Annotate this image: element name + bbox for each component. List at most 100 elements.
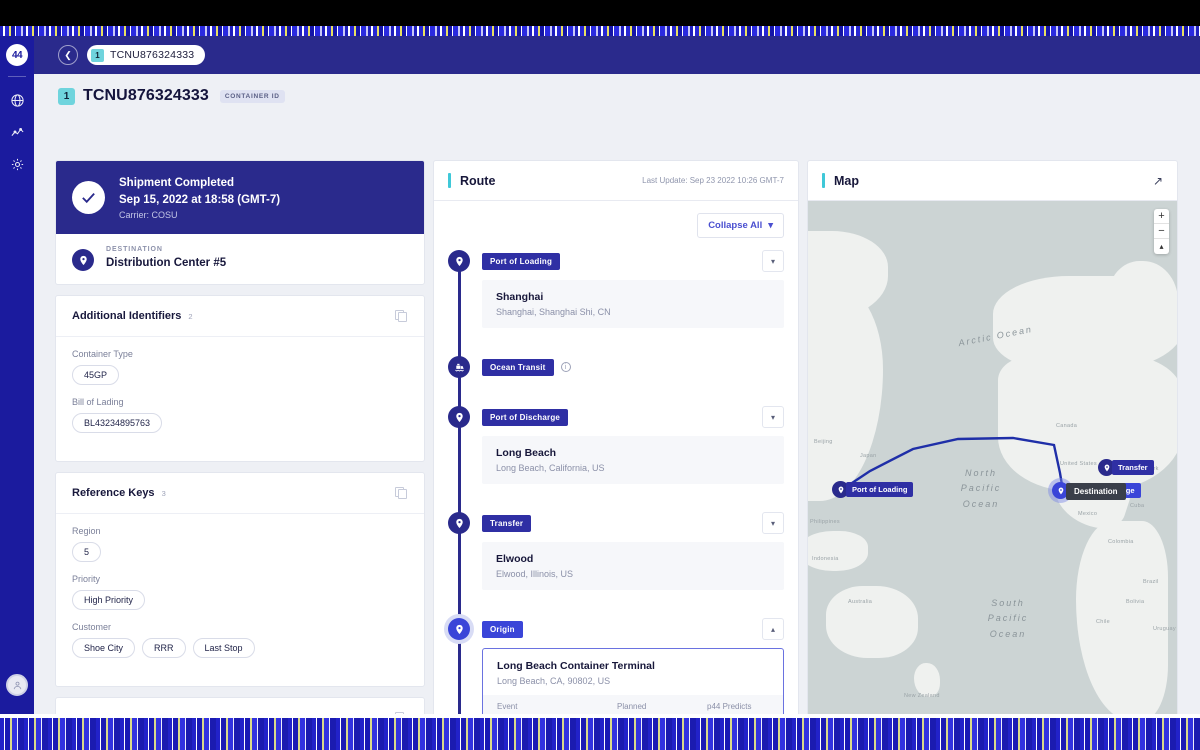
map-marker-transfer[interactable]: Transfer — [1098, 459, 1154, 476]
stop-name: Shanghai — [496, 291, 544, 303]
screen-glitch-bottom — [0, 714, 1200, 750]
stop-type-tag: Port of Discharge — [482, 408, 569, 426]
collapse-all-label: Collapse All — [708, 220, 763, 231]
breadcrumb-badge: 1 — [91, 48, 104, 62]
shipment-status-card: Shipment Completed Sep 15, 2022 at 18:58… — [55, 160, 425, 285]
ship-icon — [448, 356, 470, 378]
chevron-down-icon[interactable]: ▾ — [762, 250, 784, 272]
map-marker-port-of-loading[interactable]: Port of Loading — [832, 481, 914, 498]
map-marker-label: Port of Loading — [846, 482, 914, 497]
breadcrumb-label: TCNU876324333 — [110, 49, 195, 61]
app-logo[interactable]: 44 — [6, 44, 28, 66]
map-canvas[interactable]: + − ▴ Arctic Ocean North Pacific Ocean S… — [808, 201, 1177, 714]
route-stop: Transfer ▾ Elwood Elwood, Illinois, US — [448, 512, 784, 590]
accent-tick — [822, 173, 825, 188]
container-id-tag: CONTAINER ID — [219, 89, 285, 103]
stop-address: Shanghai, Shanghai Shi, CN — [496, 307, 611, 317]
map-marker-label: Transfer — [1112, 460, 1154, 475]
related-shipments-header[interactable]: Related Shipments 0 — [56, 698, 424, 714]
reference-keys-header[interactable]: Reference Keys 3 — [56, 473, 424, 514]
column-header-event: Event — [483, 695, 603, 714]
route-stop: Port of Discharge ▾ Long Beach Long Beac… — [448, 406, 784, 484]
stop-name: Long Beach Container Terminal — [497, 660, 655, 672]
destination-row: DESTINATION Distribution Center #5 — [72, 246, 408, 271]
route-stop: Origin ▴ Long Beach Container Terminal L… — [448, 618, 784, 714]
user-avatar[interactable] — [6, 674, 28, 696]
related-shipments-card: Related Shipments 0 — [55, 697, 425, 714]
map-panel-header: Map ↗ — [808, 161, 1177, 201]
map-title: Map — [834, 173, 859, 188]
value-chip[interactable]: BL43234895763 — [72, 413, 163, 433]
route-polyline — [839, 436, 1065, 492]
screen-glitch-top — [0, 26, 1200, 36]
map-pin-icon — [448, 512, 470, 534]
value-chip[interactable]: 5 — [72, 542, 102, 562]
stop-address: Long Beach, California, US — [496, 463, 605, 473]
value-chip[interactable]: 45GP — [72, 365, 120, 385]
copy-icon[interactable] — [395, 309, 408, 323]
stop-name: Elwood — [496, 553, 534, 565]
map-pin-icon — [448, 250, 470, 272]
chevron-down-icon[interactable]: ▾ — [762, 406, 784, 428]
page-header: 1 TCNU876324333 CONTAINER ID — [34, 74, 1200, 118]
value-chip[interactable]: High Priority — [72, 590, 146, 610]
stop-address: Elwood, Illinois, US — [496, 569, 574, 579]
value-chip[interactable]: RRR — [142, 638, 186, 658]
map-pin-icon — [448, 618, 470, 640]
additional-identifiers-count: 2 — [188, 312, 193, 321]
expand-icon[interactable]: ↗ — [1153, 174, 1163, 188]
field-label: Bill of Lading — [72, 397, 124, 407]
chevron-down-icon[interactable]: ▾ — [762, 512, 784, 534]
info-icon[interactable]: i — [560, 362, 571, 372]
reference-keys-count: 3 — [161, 489, 166, 498]
stop-type-tag: Origin — [482, 620, 523, 638]
status-datetime: Sep 15, 2022 at 18:58 (GMT-7) — [119, 193, 281, 206]
details-column: Shipment Completed Sep 15, 2022 at 18:58… — [55, 160, 425, 714]
zoom-out-button[interactable]: − — [1154, 224, 1169, 239]
stop-type-tag: Port of Loading — [482, 252, 561, 270]
route-stop: Port of Loading ▾ Shanghai Shanghai, Sha… — [448, 250, 784, 328]
status-carrier: Carrier: COSU — [119, 210, 178, 221]
stop-type-tag: Ocean Transit — [482, 358, 554, 376]
chevron-down-icon: ▾ — [768, 220, 773, 231]
chevron-up-icon[interactable]: ▴ — [762, 618, 784, 640]
status-body: DESTINATION Distribution Center #5 — [56, 234, 424, 284]
reference-keys-card: Reference Keys 3 Region 5 Priority High … — [55, 472, 425, 687]
map-zoom-controls[interactable]: + − ▴ — [1154, 209, 1169, 254]
field-label: Priority — [72, 574, 101, 584]
stop-name: Long Beach — [496, 447, 557, 459]
stop-detail-card[interactable]: Shanghai Shanghai, Shanghai Shi, CN — [482, 280, 784, 328]
collapse-all-button[interactable]: Collapse All ▾ — [697, 213, 784, 238]
chevron-left-icon[interactable]: ❮ — [58, 45, 78, 65]
accent-tick — [448, 173, 451, 188]
map-tooltip-destination: Destination — [1066, 483, 1126, 500]
route-timeline: Port of Loading ▾ Shanghai Shanghai, Sha… — [448, 250, 784, 714]
column-header-predicts: p44 Predicts — [693, 695, 783, 714]
reference-keys-title: Reference Keys — [72, 487, 155, 499]
copy-icon[interactable] — [395, 486, 408, 500]
value-chip[interactable]: Last Stop — [192, 638, 255, 658]
stop-events-table: Event Planned p44 Predicts Departed From… — [483, 695, 783, 714]
map-panel: Map ↗ + − ▴ Arctic Ocean North Pacific O… — [807, 160, 1178, 714]
breadcrumb-container-chip[interactable]: 1 TCNU876324333 — [87, 45, 206, 65]
stop-detail-card[interactable]: Elwood Elwood, Illinois, US — [482, 542, 784, 590]
analytics-icon[interactable] — [4, 119, 30, 145]
value-chip[interactable]: Shoe City — [72, 638, 136, 658]
additional-identifiers-header[interactable]: Additional Identifiers 2 — [56, 296, 424, 337]
check-circle-icon — [72, 181, 105, 214]
rail-divider — [8, 76, 26, 77]
gear-icon[interactable] — [4, 151, 30, 177]
field-label: Customer — [72, 622, 112, 632]
field-label: Container Type — [72, 349, 133, 359]
globe-icon[interactable] — [4, 87, 30, 113]
route-panel: Route Last Update: Sep 23 2022 10:26 GMT… — [433, 160, 799, 714]
compass-icon[interactable]: ▴ — [1154, 239, 1169, 254]
zoom-in-button[interactable]: + — [1154, 209, 1169, 224]
stop-type-tag: Transfer — [482, 514, 532, 532]
route-stop: Ocean Transit i — [448, 356, 784, 378]
stop-detail-card[interactable]: Long Beach Long Beach, California, US — [482, 436, 784, 484]
application-window: 44 ❮ 1 TCNU876324333 1 TCNU876324333 CON… — [0, 36, 1200, 714]
additional-identifiers-card: Additional Identifiers 2 Container Type … — [55, 295, 425, 462]
timeline-connector — [458, 262, 461, 714]
page-title-badge: 1 — [58, 87, 75, 105]
